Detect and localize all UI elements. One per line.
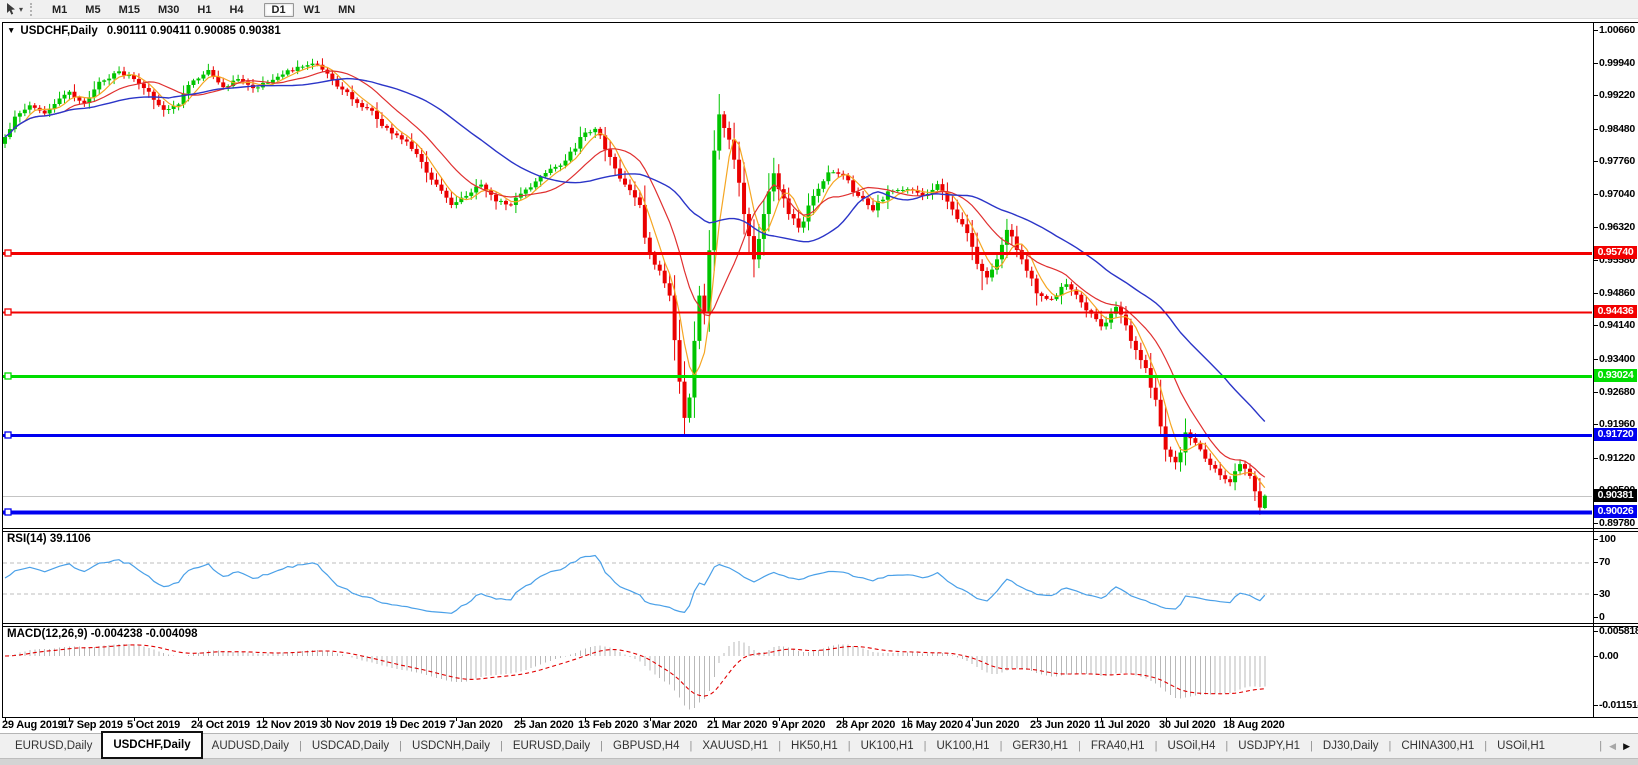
chart-ohlc-values: 0.90111 0.90411 0.90085 0.90381 xyxy=(107,25,281,37)
chart-tab-FRA40-H1[interactable]: FRA40,H1 xyxy=(1082,734,1154,759)
chart-menu-icon[interactable]: ▼ xyxy=(7,25,15,35)
bottom-strip xyxy=(0,758,1638,765)
tab-separator: | xyxy=(299,740,302,752)
chart-canvas[interactable] xyxy=(0,0,1638,733)
tab-separator: | xyxy=(1484,740,1487,752)
timeframe-button-M30[interactable]: M30 xyxy=(150,3,187,17)
tab-scroll-right-icon[interactable]: ▶ xyxy=(1623,741,1630,752)
chart-tab-EURUSD-Daily[interactable]: EURUSD,Daily xyxy=(6,734,101,759)
timeframe-button-M5[interactable]: M5 xyxy=(77,3,108,17)
tab-separator: | xyxy=(1310,740,1313,752)
tab-scroll-separator: | xyxy=(1599,740,1602,752)
chart-symbol-period: USDCHF,Daily xyxy=(20,25,97,37)
chart-tab-USDJPY-H1[interactable]: USDJPY,H1 xyxy=(1229,734,1309,759)
chart-tab-XAUUSD-H1[interactable]: XAUUSD,H1 xyxy=(693,734,777,759)
tab-separator: | xyxy=(924,740,927,752)
timeframe-button-M1[interactable]: M1 xyxy=(44,3,75,17)
timeframe-button-MN[interactable]: MN xyxy=(330,3,363,17)
tab-separator: | xyxy=(1078,740,1081,752)
chart-tab-AUDUSD-Daily[interactable]: AUDUSD,Daily xyxy=(203,734,298,759)
tab-separator: | xyxy=(690,740,693,752)
chart-tab-DJ30-Daily[interactable]: DJ30,Daily xyxy=(1314,734,1388,759)
timeframe-button-H4[interactable]: H4 xyxy=(221,3,251,17)
chart-tab-UK100-H1[interactable]: UK100,H1 xyxy=(928,734,999,759)
tab-separator: | xyxy=(1155,740,1158,752)
timeframe-button-D1[interactable]: D1 xyxy=(264,3,294,17)
chart-tab-CHINA300-H1[interactable]: CHINA300,H1 xyxy=(1392,734,1483,759)
pointer-cursor-icon xyxy=(5,2,18,16)
chart-tab-USOil-H1[interactable]: USOil,H1 xyxy=(1488,734,1554,759)
tab-separator: | xyxy=(399,740,402,752)
chart-tab-bar: EURUSD,DailyUSDCHF,DailyAUDUSD,Daily|USD… xyxy=(0,733,1638,758)
chart-tabs: EURUSD,DailyUSDCHF,DailyAUDUSD,Daily|USD… xyxy=(0,734,1554,759)
pointer-tool-dropdown-icon[interactable]: ▾ xyxy=(19,5,23,14)
chart-tab-UK100-H1[interactable]: UK100,H1 xyxy=(852,734,923,759)
chart-tab-USDCAD-Daily[interactable]: USDCAD,Daily xyxy=(303,734,398,759)
tab-separator: | xyxy=(1000,740,1003,752)
tab-separator: | xyxy=(600,740,603,752)
toolbar-grip[interactable] xyxy=(30,3,36,16)
chart-tab-GER30-H1[interactable]: GER30,H1 xyxy=(1003,734,1077,759)
macd-indicator-label: MACD(12,26,9) -0.004238 -0.004098 xyxy=(7,628,198,640)
chart-tab-USDCNH-Daily[interactable]: USDCNH,Daily xyxy=(403,734,499,759)
chart-tab-GBPUSD-H4[interactable]: GBPUSD,H4 xyxy=(604,734,688,759)
timeframe-buttons: M1M5M15M30H1H4 D1W1MN xyxy=(43,0,374,18)
chart-tab-USOil-H4[interactable]: USOil,H4 xyxy=(1158,734,1224,759)
tab-scroll-left-icon[interactable]: ◀ xyxy=(1609,741,1616,752)
tab-separator: | xyxy=(1225,740,1228,752)
toolbar: ▾ M1M5M15M30H1H4 D1W1MN xyxy=(0,0,1638,19)
tab-scroll-controls: | ◀ ▶ xyxy=(1599,740,1638,752)
tab-separator: | xyxy=(1389,740,1392,752)
rsi-indicator-label: RSI(14) 39.1106 xyxy=(7,533,91,545)
timeframe-button-W1[interactable]: W1 xyxy=(296,3,329,17)
tab-separator: | xyxy=(500,740,503,752)
timeframe-button-M15[interactable]: M15 xyxy=(111,3,148,17)
tab-separator: | xyxy=(778,740,781,752)
chart-tab-EURUSD-Daily[interactable]: EURUSD,Daily xyxy=(504,734,599,759)
mt4-window: ▾ M1M5M15M30H1H4 D1W1MN ▼ USDCHF,Daily 0.90… xyxy=(0,0,1638,765)
pointer-tool-icon[interactable] xyxy=(3,2,19,17)
chart-title: ▼ USDCHF,Daily 0.90111 0.90411 0.90085 0.9… xyxy=(7,25,281,37)
chart-tab-USDCHF-Daily[interactable]: USDCHF,Daily xyxy=(101,731,202,759)
chart-tab-HK50-H1[interactable]: HK50,H1 xyxy=(782,734,847,759)
tab-separator: | xyxy=(848,740,851,752)
timeframe-button-H1[interactable]: H1 xyxy=(189,3,219,17)
